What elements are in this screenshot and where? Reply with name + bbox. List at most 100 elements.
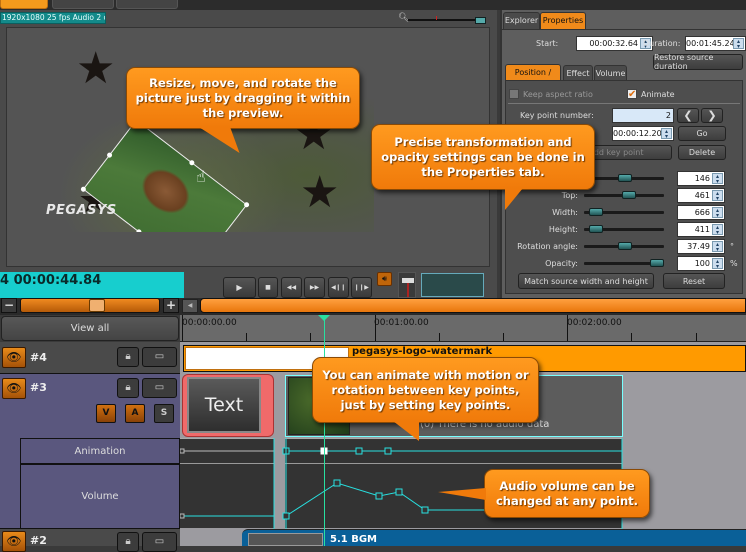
field-slider[interactable]	[584, 191, 664, 199]
resize-handle[interactable]	[243, 201, 251, 209]
video-toggle-button[interactable]: V	[96, 404, 116, 423]
rewind-button[interactable]: ◀◀	[281, 277, 302, 298]
spin-icon[interactable]: ▴ ▾	[733, 38, 744, 50]
field-slider[interactable]	[584, 174, 664, 182]
slider-thumb[interactable]	[589, 208, 603, 216]
delete-keypoint-button[interactable]: Delete	[678, 145, 726, 160]
field-slider[interactable]	[584, 242, 664, 250]
field-slider[interactable]	[584, 225, 664, 233]
volume-point[interactable]	[395, 488, 403, 496]
animate-checkbox[interactable]: ✔	[627, 89, 637, 100]
restore-duration-button[interactable]: Restore source duration	[653, 53, 743, 71]
zoom-marker	[436, 16, 437, 20]
spin-icon[interactable]: ▴ ▾	[712, 224, 723, 236]
zoom-thumb[interactable]	[475, 17, 486, 24]
layer-icon[interactable]: ▭	[142, 347, 177, 367]
field-value[interactable]: 411 ▴ ▾	[677, 222, 725, 237]
field-slider[interactable]	[584, 208, 664, 216]
slider-thumb[interactable]	[618, 174, 632, 182]
layer-icon[interactable]: ▭	[142, 532, 177, 552]
lock-icon[interactable]: 🔒︎	[117, 532, 139, 552]
timeline-ruler[interactable]: 00:00:00.00 00:01:00.00 00:02:00.00	[180, 315, 746, 342]
reset-button[interactable]: Reset	[663, 273, 725, 289]
ruler-tick	[503, 333, 504, 341]
playhead[interactable]	[324, 315, 325, 546]
lock-icon[interactable]: 🔒︎	[117, 347, 139, 367]
zoom-slider-thumb[interactable]	[89, 299, 105, 312]
timeline-scrollbar[interactable]	[200, 298, 746, 313]
match-source-button[interactable]: Match source width and height	[518, 273, 654, 289]
next-frame-button[interactable]: ❙❙▶	[351, 277, 372, 298]
spin-icon[interactable]: ▴ ▾	[712, 190, 723, 202]
lock-icon[interactable]: 🔒︎	[117, 378, 139, 398]
go-button[interactable]: Go	[678, 126, 726, 141]
spin-icon[interactable]: ▴ ▾	[712, 241, 723, 253]
slider-thumb[interactable]	[622, 191, 636, 199]
star-graphic: ★	[76, 43, 116, 94]
spin-icon[interactable]: ▴ ▾	[661, 128, 672, 140]
eye-icon[interactable]: 👁︎	[2, 347, 26, 368]
field-slider[interactable]	[584, 259, 664, 267]
prev-frame-button[interactable]: ◀❙❙	[328, 277, 349, 298]
keypoint-time-field[interactable]: 00:00:12.20 ▴ ▾	[612, 126, 674, 141]
ruler-tick	[374, 315, 376, 341]
subtab-position-size[interactable]: Position / Size	[505, 64, 561, 92]
audio-toggle-button[interactable]: A	[125, 404, 145, 423]
keypoint[interactable]	[180, 448, 185, 454]
field-unit: °	[730, 242, 734, 251]
field-value[interactable]: 100 ▴ ▾	[677, 256, 725, 271]
tab-explorer[interactable]: Explorer	[503, 12, 540, 29]
view-all-button[interactable]: View all	[1, 316, 179, 341]
volume-point[interactable]	[375, 492, 383, 500]
zoom-out-button[interactable]: −	[1, 298, 17, 313]
spin-icon[interactable]: ▴ ▾	[712, 173, 723, 185]
star-graphic: ★	[300, 167, 340, 218]
scroll-left-button[interactable]: ◀	[182, 299, 198, 313]
eye-icon[interactable]: 👁︎	[2, 531, 26, 552]
zoom-slider[interactable]	[20, 298, 160, 313]
audio-level-meter	[421, 273, 484, 297]
keypoint[interactable]	[355, 447, 363, 455]
start-field[interactable]: 00:00:32.64 ▴ ▾	[576, 36, 653, 51]
preview-zoom-slider[interactable]: 🔍︎	[398, 13, 488, 25]
volume-point[interactable]	[282, 512, 290, 520]
duration-field[interactable]: 00:01:45.24 ▴ ▾	[685, 36, 746, 51]
fast-forward-button[interactable]: ▶▶	[304, 277, 325, 298]
top-tab-active[interactable]	[0, 0, 48, 9]
field-value[interactable]: 666 ▴ ▾	[677, 205, 725, 220]
volume-fader[interactable]	[398, 272, 416, 298]
playhead-handle[interactable]	[318, 315, 330, 321]
prev-keypoint-button[interactable]: ❮	[677, 108, 699, 123]
tab-properties[interactable]: Properties	[540, 12, 586, 29]
resize-handle[interactable]	[106, 151, 114, 159]
spin-icon[interactable]: ▴ ▾	[712, 207, 723, 219]
volume-point[interactable]	[180, 513, 185, 519]
top-tab[interactable]	[116, 0, 178, 9]
zoom-in-button[interactable]: +	[163, 298, 179, 313]
keypoint[interactable]	[384, 447, 392, 455]
track-name: #3	[30, 381, 47, 394]
top-tab[interactable]	[52, 0, 114, 9]
next-keypoint-button[interactable]: ❯	[701, 108, 723, 123]
speaker-icon[interactable]: 🔊︎	[377, 272, 392, 286]
stop-button[interactable]: ■	[258, 277, 278, 298]
field-value[interactable]: 37.49 ▴ ▾	[677, 239, 725, 254]
spin-icon[interactable]: ▴ ▾	[712, 258, 723, 270]
play-button[interactable]: ▶	[223, 277, 256, 298]
fader-thumb[interactable]	[402, 278, 414, 283]
layer-icon[interactable]: ▭	[142, 378, 177, 398]
volume-point[interactable]	[333, 479, 341, 487]
keypoint-number-field[interactable]: 2	[612, 108, 674, 123]
solo-toggle-button[interactable]: S	[154, 404, 174, 423]
slider-thumb[interactable]	[589, 225, 603, 233]
field-value[interactable]: 146 ▴ ▾	[677, 171, 725, 186]
volume-point[interactable]	[421, 506, 429, 514]
field-value[interactable]: 461 ▴ ▾	[677, 188, 725, 203]
slider-thumb[interactable]	[618, 242, 632, 250]
keep-aspect-checkbox[interactable]	[509, 89, 519, 99]
resize-handle[interactable]	[135, 228, 143, 232]
resize-handle[interactable]	[188, 159, 196, 167]
ruler-label: 00:01:00.00	[374, 318, 429, 328]
slider-thumb[interactable]	[650, 259, 664, 267]
eye-icon[interactable]: 👁︎	[2, 378, 26, 399]
